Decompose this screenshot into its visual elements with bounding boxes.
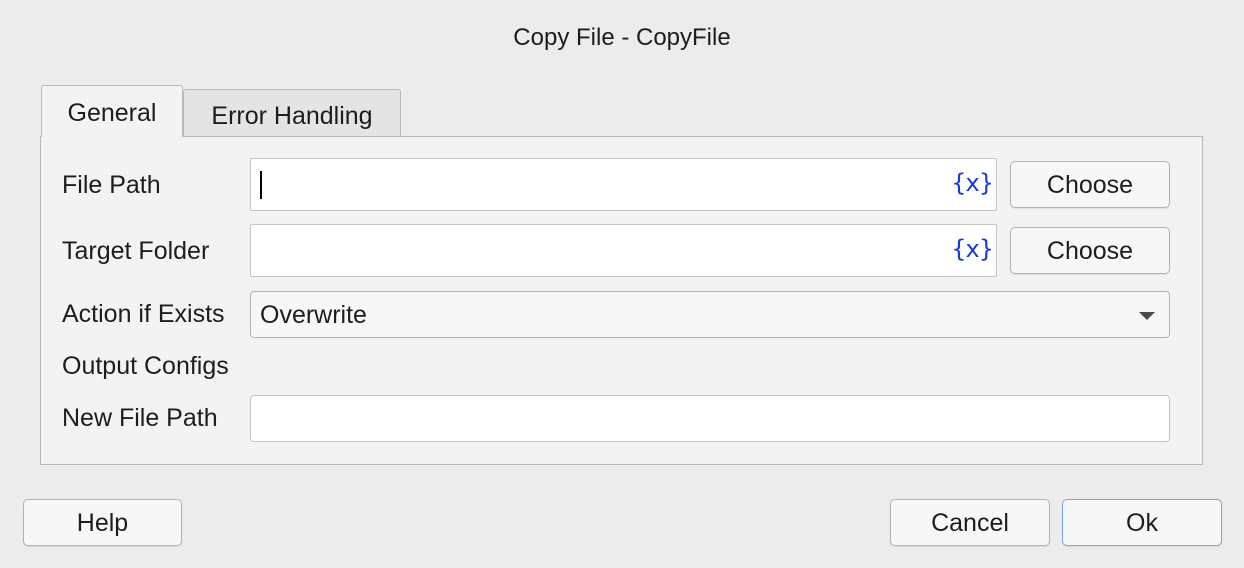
help-button[interactable]: Help [23, 499, 182, 546]
dialog-title: Copy File - CopyFile [513, 24, 731, 51]
chevron-down-icon [1139, 312, 1155, 320]
text-caret [260, 171, 262, 199]
cancel-button[interactable]: Cancel [890, 499, 1050, 546]
variable-icon[interactable]: {x} [951, 235, 994, 263]
file-path-input[interactable]: {x} [250, 158, 997, 211]
ok-button[interactable]: Ok [1062, 499, 1222, 546]
file-path-choose-button[interactable]: Choose [1010, 161, 1170, 208]
action-if-exists-label: Action if Exists [62, 300, 225, 328]
tab-general[interactable]: General [41, 85, 183, 137]
new-file-path-input[interactable] [250, 395, 1170, 442]
file-path-label: File Path [62, 171, 161, 199]
target-folder-input[interactable]: {x} [250, 224, 997, 277]
action-if-exists-value: Overwrite [260, 301, 367, 329]
action-if-exists-select[interactable]: Overwrite [250, 291, 1170, 338]
output-configs-heading: Output Configs [62, 352, 229, 380]
copy-file-dialog: Copy File - CopyFile General Error Handl… [0, 0, 1244, 568]
target-folder-choose-button[interactable]: Choose [1010, 227, 1170, 274]
target-folder-label: Target Folder [62, 237, 210, 265]
new-file-path-label: New File Path [62, 404, 218, 432]
tab-error-handling[interactable]: Error Handling [183, 89, 401, 136]
variable-icon[interactable]: {x} [951, 169, 994, 197]
